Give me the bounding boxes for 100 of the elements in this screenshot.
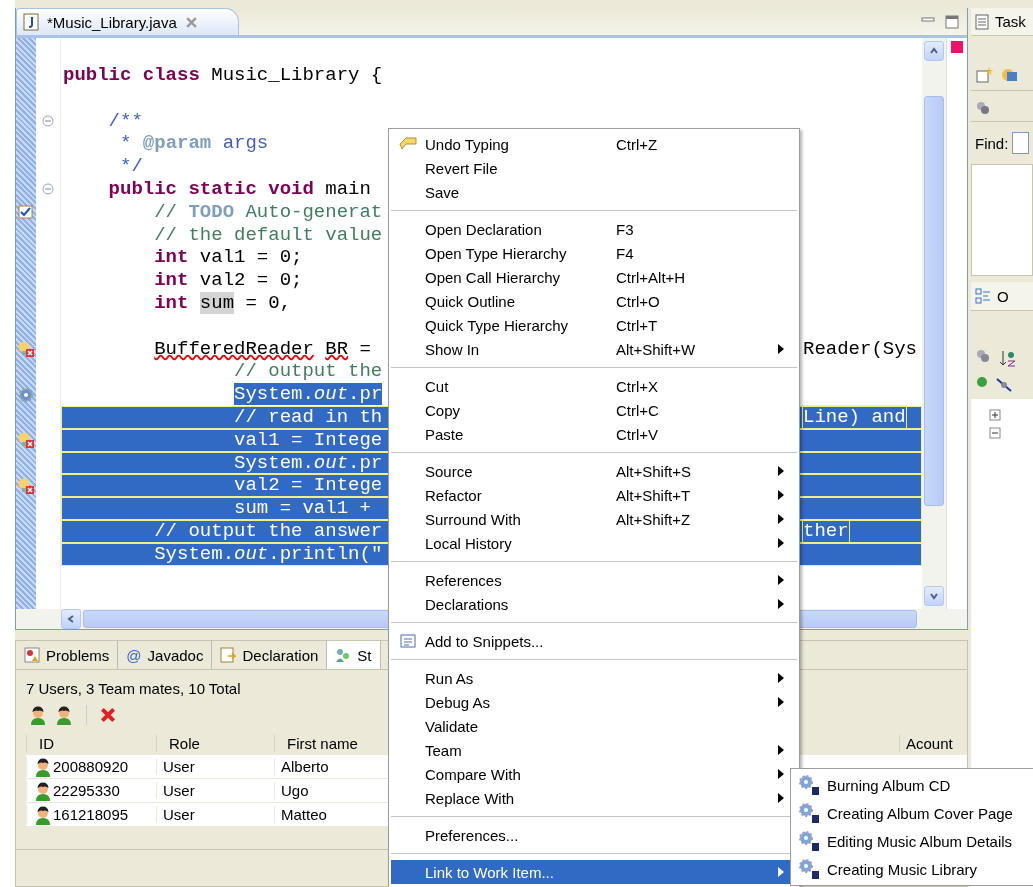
code-token: val1 = 0; (199, 246, 303, 269)
code-token: = 0, (245, 291, 292, 314)
code-token: sum = val1 + (234, 497, 371, 520)
user-icon (33, 804, 53, 825)
bulb-error-icon (17, 339, 35, 358)
scroll-down-button[interactable] (924, 586, 944, 606)
code-token: int (154, 291, 189, 314)
menu-item[interactable]: Run As (391, 666, 797, 690)
menu-item[interactable]: Save (391, 180, 797, 204)
code-text: Line) and (803, 405, 906, 429)
menu-item[interactable]: Burning Album CD (791, 771, 1033, 799)
menu-item[interactable]: References (391, 568, 797, 592)
code-text: Reader(Sys (803, 337, 918, 361)
code-token: val2 = Intege (234, 474, 383, 497)
code-token: BufferedReader (154, 337, 314, 360)
code-token: */ (120, 155, 143, 178)
column-header[interactable]: ID (26, 734, 156, 752)
code-token: val1 = Intege (234, 428, 383, 451)
menu-item[interactable]: Copy Ctrl+C (391, 398, 797, 422)
menu-item[interactable]: Declarations (391, 592, 797, 616)
menu-item[interactable]: Open Declaration F3 (391, 217, 797, 241)
code-token: Auto-generat (245, 200, 383, 223)
column-header[interactable]: Role (156, 734, 274, 752)
scroll-up-button[interactable] (924, 41, 944, 61)
menu-item[interactable]: Refactor Alt+Shift+T (391, 483, 797, 507)
find-field[interactable] (1012, 132, 1029, 154)
table-cell: 161218095 (53, 806, 129, 823)
table-cell: User (156, 782, 274, 799)
menu-item[interactable]: Creating Album Cover Page (791, 799, 1033, 827)
menu-item[interactable]: Team (391, 738, 797, 762)
delete-icon[interactable] (99, 706, 117, 724)
outline-icon (975, 288, 991, 304)
code-token: public class (63, 64, 200, 86)
menu-item[interactable]: Open Type Hierarchy F4 (391, 241, 797, 265)
view-tab[interactable]: O (997, 287, 1009, 305)
code-token: main (325, 178, 371, 200)
code-token: = (359, 337, 371, 360)
close-icon[interactable] (184, 15, 198, 29)
code-token: out (234, 542, 269, 565)
code-token: .println(" (268, 542, 383, 565)
code-token: System. (154, 542, 235, 565)
task-list-icon (975, 13, 989, 30)
menu-item[interactable]: Quick Type Hierarchy Ctrl+T (391, 313, 797, 337)
menu-item[interactable]: Validate (391, 714, 797, 738)
table-cell: 22295330 (53, 782, 120, 799)
menu-item[interactable]: Quick Outline Ctrl+O (391, 289, 797, 313)
menu-item[interactable]: Debug As (391, 690, 797, 714)
menu-item[interactable]: Undo Typing Ctrl+Z (391, 132, 797, 156)
find-label: Find: (975, 134, 1009, 152)
menu-item[interactable]: Add to Snippets... (391, 629, 797, 653)
chevron-down-icon (929, 591, 939, 601)
code-token: System. (234, 383, 314, 406)
menu-item[interactable]: Cut Ctrl+X (391, 374, 797, 398)
bulb-error-icon (17, 476, 35, 495)
code-token: // (154, 200, 178, 223)
menu-item[interactable]: Source Alt+Shift+S (391, 459, 797, 483)
sort-icon[interactable] (999, 349, 1017, 367)
code-token: public static void (108, 178, 314, 200)
code-token: // output the answer (154, 519, 383, 542)
menu-item[interactable]: Paste Ctrl+V (391, 422, 797, 446)
code-token: @param (142, 132, 212, 155)
code-token: .pr (348, 383, 383, 406)
code-token: /** (108, 109, 143, 132)
code-token: * (120, 132, 132, 155)
code-token: args (222, 132, 269, 155)
code-token: TODO (188, 200, 235, 223)
menu-item[interactable]: Show In Alt+Shift+W (391, 337, 797, 361)
chevron-left-icon (66, 614, 76, 624)
snippet-icon (400, 633, 416, 649)
collapse-icon[interactable] (989, 427, 1001, 439)
code-token: Music_Library { (211, 64, 383, 86)
view-tab[interactable]: St (327, 641, 381, 669)
scrollbar-thumb[interactable] (924, 96, 944, 506)
java-file-icon (23, 13, 39, 31)
menu-item[interactable]: Revert File (391, 156, 797, 180)
editor-tab[interactable]: *Music_Library.java (16, 8, 239, 35)
code-token: int (154, 269, 189, 292)
maximize-icon[interactable] (945, 15, 959, 29)
code-token: .pr (348, 451, 383, 474)
expand-icon[interactable] (989, 409, 1001, 421)
column-header[interactable]: Acount (899, 734, 959, 752)
menu-item[interactable]: Open Call Hierarchy Ctrl+Alt+H (391, 265, 797, 289)
user-summary: 7 Users, 3 Team mates, 10 Total (26, 680, 241, 697)
menu-item[interactable]: Local History (391, 531, 797, 555)
new-task-icon[interactable] (975, 66, 993, 84)
code-text: ther (803, 519, 849, 543)
table-cell: 200880920 (53, 758, 129, 775)
fold-toggle-icon[interactable] (42, 183, 54, 196)
menu-item[interactable]: Editing Music Album Details (791, 827, 1033, 855)
task-checkbox-icon (18, 204, 34, 221)
scroll-left-button[interactable] (61, 609, 81, 629)
at-sign-icon: @ (126, 646, 142, 664)
code-token: // the default value (154, 223, 383, 246)
menu-item[interactable]: Surround With Alt+Shift+Z (391, 507, 797, 531)
dot-icon[interactable] (975, 375, 989, 389)
code-token: sum (199, 291, 235, 314)
fold-toggle-icon[interactable] (42, 115, 54, 127)
user-icon (33, 780, 53, 801)
people-icon (335, 647, 352, 663)
code-token: out (313, 451, 349, 474)
